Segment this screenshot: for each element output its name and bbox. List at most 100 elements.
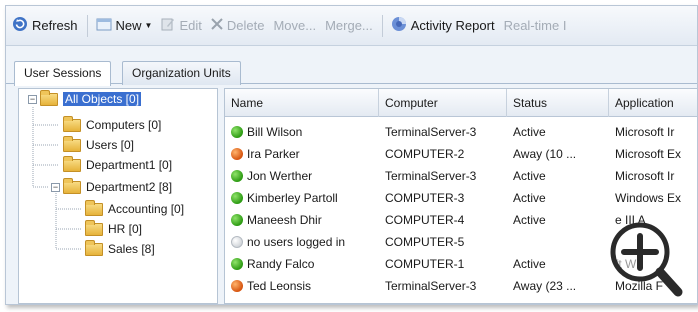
toolbar-separator [86, 14, 88, 37]
cell-status: Away (10 ... [513, 147, 611, 161]
tree-label: HR [0] [108, 222, 143, 236]
cell-application: Microsoft Ir [615, 169, 697, 183]
cell-name: Jon Werther [231, 169, 381, 183]
toolbar: Refresh New ▼ Edit Delete Move... Merge. [6, 6, 697, 46]
column-header-application[interactable]: Application [609, 89, 697, 117]
name-text: Ira Parker [247, 147, 300, 161]
column-header-computer[interactable]: Computer [379, 89, 507, 117]
cell-application: Windows Ex [615, 191, 697, 205]
cell-computer: TerminalServer-3 [385, 169, 509, 183]
tab-label: User Sessions [24, 66, 102, 80]
activity-report-label: Activity Report [410, 18, 495, 33]
merge-button[interactable]: Merge... [325, 18, 373, 33]
folder-icon [85, 239, 103, 256]
main-window: Refresh New ▼ Edit Delete Move... Merge. [5, 5, 698, 305]
collapse-icon[interactable]: − [51, 182, 60, 192]
status-orange-icon [231, 148, 243, 160]
status-text: Active [513, 257, 546, 271]
tree-node-hr[interactable]: HR [0] [85, 219, 142, 239]
computer-text: TerminalServer-3 [385, 279, 477, 293]
tree-node-computers[interactable]: Computers [0] [63, 115, 161, 135]
status-text: Active [513, 191, 546, 205]
column-label: Name [231, 96, 264, 110]
tab-organization-units[interactable]: Organization Units [122, 61, 241, 85]
toolbar-separator [381, 14, 383, 37]
realtime-button[interactable]: Real-time I [504, 18, 567, 33]
cell-status: Active [513, 191, 611, 205]
cell-name: Kimberley Partoll [231, 191, 381, 205]
new-icon [96, 17, 112, 34]
column-header-name[interactable]: Name [225, 89, 379, 117]
table-row[interactable]: Jon Werther TerminalServer-3 Active Microso… [225, 165, 697, 187]
folder-icon [40, 89, 58, 106]
cell-status: Active [513, 125, 611, 139]
status-text: Away (10 ... [513, 147, 577, 161]
computer-text: COMPUTER-3 [385, 191, 465, 205]
edit-button[interactable]: Edit [161, 17, 202, 34]
table-row[interactable]: Bill Wilson TerminalServer-3 Active Microso… [225, 121, 697, 143]
column-header-status[interactable]: Status [507, 89, 609, 117]
tree-label: Sales [8] [108, 242, 155, 256]
tree-node-root[interactable]: − All Objects [0] [28, 89, 142, 109]
cell-computer: COMPUTER-2 [385, 147, 509, 161]
application-text: Microsoft Ex [615, 147, 682, 161]
delete-label: Delete [226, 18, 265, 33]
application-text: Microsoft Ir [615, 169, 675, 183]
tree-label: Computers [0] [86, 118, 162, 132]
computer-text: COMPUTER-5 [385, 235, 465, 249]
application-text: Microsoft Ir [615, 125, 675, 139]
cell-computer: COMPUTER-3 [385, 191, 509, 205]
refresh-icon [12, 16, 28, 35]
status-text: Active [513, 125, 546, 139]
cell-name: Ira Parker [231, 147, 381, 161]
tree-label: Department2 [8] [86, 180, 173, 194]
name-text: no users logged in [247, 235, 346, 249]
status-text: Active [513, 169, 546, 183]
folder-icon [85, 219, 103, 236]
cell-name: Randy Falco [231, 257, 381, 271]
tab-bar: User Sessions Organization Units [6, 58, 697, 86]
computer-text: TerminalServer-3 [385, 125, 477, 139]
status-text: Active [513, 213, 546, 227]
status-orange-icon [231, 280, 243, 292]
table-row[interactable]: Ira Parker COMPUTER-2 Away (10 ... Microsof… [225, 143, 697, 165]
name-text: Ted Leonsis [247, 279, 312, 293]
cell-status: Active [513, 213, 611, 227]
cell-computer: TerminalServer-3 [385, 279, 509, 293]
folder-icon [85, 199, 103, 216]
tab-user-sessions[interactable]: User Sessions [14, 61, 112, 86]
name-text: Jon Werther [247, 169, 313, 183]
computer-text: COMPUTER-4 [385, 213, 465, 227]
activity-report-icon [391, 16, 407, 35]
table-row[interactable]: Kimberley Partoll COMPUTER-3 Active Windows… [225, 187, 697, 209]
tree-node-department2[interactable]: − Department2 [8] [51, 177, 172, 197]
cell-computer: COMPUTER-1 [385, 257, 509, 271]
delete-icon [211, 18, 223, 33]
new-button[interactable]: New ▼ [96, 17, 152, 34]
tree-node-users[interactable]: Users [0] [63, 135, 134, 155]
cell-application: Microsoft Ex [615, 147, 697, 161]
tree-node-sales[interactable]: Sales [8] [85, 239, 155, 259]
organization-tree: − All Objects [0] Computers [0] Users [0… [18, 88, 218, 304]
status-green-icon [231, 192, 243, 204]
refresh-button[interactable]: Refresh [12, 16, 78, 35]
collapse-icon[interactable]: − [28, 94, 37, 104]
cell-application: Microsoft Ir [615, 125, 697, 139]
tree-node-accounting[interactable]: Accounting [0] [85, 199, 184, 219]
tree-label: Accounting [0] [108, 202, 185, 216]
tree-label: Department1 [0] [86, 158, 173, 172]
folder-icon [63, 135, 81, 152]
cell-computer: COMPUTER-5 [385, 235, 509, 249]
column-label: Application [615, 96, 674, 110]
new-label: New [115, 18, 142, 33]
computer-text: COMPUTER-2 [385, 147, 465, 161]
tree-label: All Objects [0] [63, 92, 142, 106]
tree-node-department1[interactable]: Department1 [0] [63, 155, 172, 175]
activity-report-button[interactable]: Activity Report [391, 16, 495, 35]
cell-name: Ted Leonsis [231, 279, 381, 293]
zoom-in-icon[interactable] [604, 216, 684, 304]
folder-icon [63, 177, 81, 194]
cell-status: Away (23 ... [513, 279, 611, 293]
move-button[interactable]: Move... [273, 18, 316, 33]
delete-button[interactable]: Delete [211, 18, 265, 33]
